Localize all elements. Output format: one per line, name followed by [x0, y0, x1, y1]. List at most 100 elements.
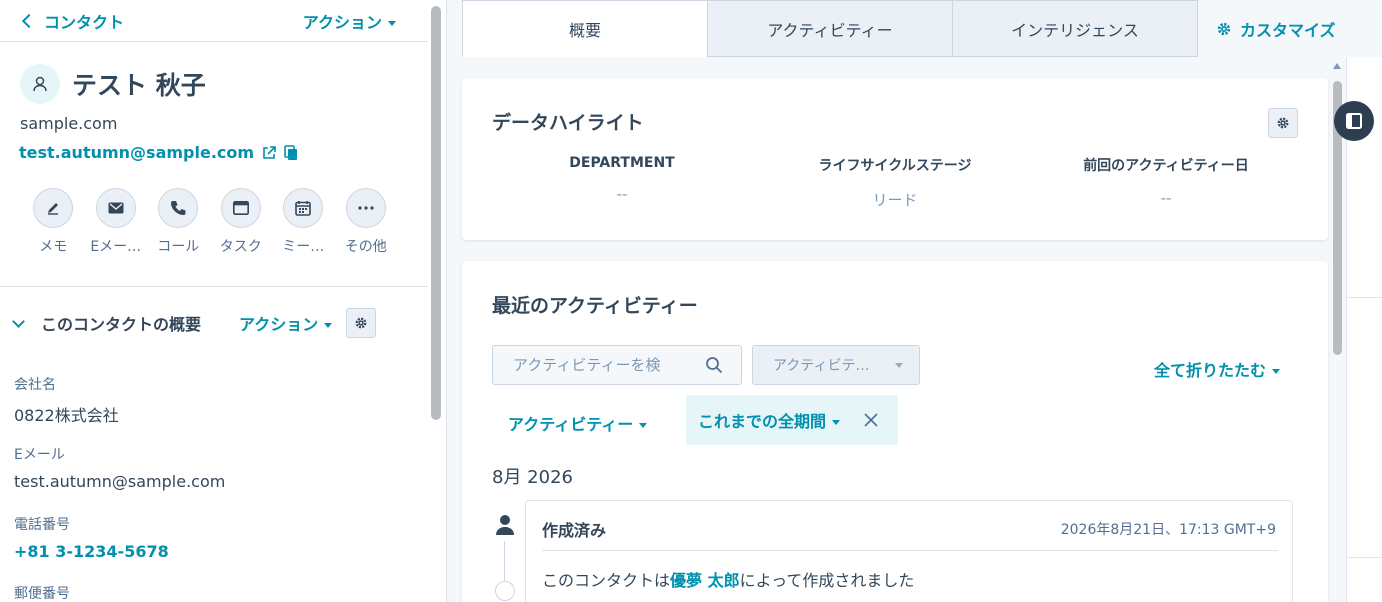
caret-down-icon — [324, 323, 333, 328]
summary-actions-dropdown[interactable]: アクション — [239, 311, 333, 335]
contact-domain: sample.com — [20, 114, 118, 133]
gear-icon — [1277, 117, 1289, 129]
event-body-suffix: によって作成されました — [739, 571, 915, 590]
rail-divider — [1347, 297, 1382, 298]
company-value[interactable]: 0822株式会社 — [14, 402, 119, 426]
period-filter-label: これまでの全期間 — [698, 412, 827, 431]
phone-icon — [171, 201, 186, 215]
actions-label: アクション — [302, 12, 382, 32]
event-divider — [542, 550, 1278, 551]
highlight-lifecycle: ライフサイクルステージ リード — [765, 155, 1025, 210]
summary-title[interactable]: このコンタクトの概要 — [41, 311, 201, 335]
more-action-label: その他 — [344, 239, 387, 255]
tab-overview[interactable]: 概要 — [462, 0, 708, 57]
period-filter: これまでの全期間 — [686, 395, 898, 445]
summary-section-header: このコンタクトの概要 アクション — [0, 308, 428, 338]
edit-icon — [48, 203, 59, 215]
external-link-icon[interactable] — [262, 145, 276, 160]
event-body-prefix: このコンタクトは — [542, 571, 671, 590]
task-icon — [232, 201, 249, 215]
event-title: 作成済み — [542, 521, 607, 540]
scroll-up-arrow-icon[interactable] — [1333, 63, 1341, 69]
more-action[interactable]: その他 — [335, 188, 398, 256]
collapse-all-label: 全て折りたたむ — [1153, 361, 1266, 380]
caret-down-icon — [832, 420, 841, 425]
highlight-label: DEPARTMENT — [569, 155, 675, 171]
sidebar-panel-icon — [1346, 113, 1362, 129]
postal-field: 郵便番号 — [14, 583, 70, 602]
search-icon[interactable] — [705, 356, 723, 374]
highlight-value: リード — [872, 191, 918, 209]
timeline-line — [504, 541, 505, 581]
call-action-label: コール — [157, 239, 200, 255]
email-label: Eメール — [14, 447, 65, 463]
meeting-action[interactable]: ミー… — [272, 188, 335, 256]
recent-activity-card: 最近のアクティビティー アクティビテ… 全て折りたたむ アクティビティー これま… — [462, 261, 1328, 602]
copy-icon[interactable] — [284, 144, 298, 161]
back-to-contacts-link[interactable]: コンタクト — [20, 9, 124, 33]
company-label: 会社名 — [14, 377, 56, 393]
highlights-settings-button[interactable] — [1268, 108, 1298, 138]
caret-down-icon — [1272, 369, 1280, 374]
more-icon — [358, 206, 374, 210]
highlight-label: ライフサイクルステージ — [818, 158, 972, 174]
mail-icon — [108, 202, 124, 214]
scrollbar-thumb[interactable] — [431, 6, 441, 420]
customize-button[interactable]: カスタマイズ — [1198, 0, 1336, 57]
gear-icon — [355, 317, 367, 329]
caret-down-icon — [388, 20, 396, 26]
company-field: 会社名 0822株式会社 — [14, 374, 119, 426]
note-action[interactable]: メモ — [22, 188, 85, 256]
panel-toggle-button[interactable] — [1334, 101, 1374, 141]
email-value[interactable]: test.autumn@sample.com — [14, 472, 225, 491]
period-filter-dropdown[interactable]: これまでの全期間 — [698, 408, 841, 432]
contact-email-link[interactable]: test.autumn@sample.com — [19, 143, 254, 162]
sidebar-header: コンタクト アクション — [0, 0, 428, 42]
close-icon[interactable] — [864, 413, 878, 427]
phone-field: 電話番号 +81 3-1234-5678 — [14, 514, 169, 561]
highlight-department: DEPARTMENT -- — [492, 155, 752, 203]
activity-event[interactable]: 作成済み 2026年8月21日、17:13 GMT+9 このコンタクトは優夢 太… — [525, 500, 1293, 602]
summary-settings-button[interactable] — [346, 308, 377, 338]
sidebar-scrollbar[interactable] — [428, 0, 446, 602]
panel-divider — [446, 0, 447, 602]
task-action[interactable]: タスク — [210, 188, 273, 256]
contact-name: テスト 秋子 — [72, 71, 206, 100]
activity-search-input[interactable] — [513, 356, 688, 374]
summary-actions-label: アクション — [239, 315, 319, 334]
phone-value-link[interactable]: +81 3-1234-5678 — [14, 542, 169, 561]
person-icon — [496, 515, 514, 535]
activity-type-label: アクティビテ… — [773, 358, 870, 374]
email-action[interactable]: Eメー… — [85, 188, 148, 256]
tab-activity[interactable]: アクティビティー — [708, 0, 953, 57]
event-user-link[interactable]: 優夢 太郎 — [670, 571, 740, 590]
email-field: Eメール test.autumn@sample.com — [14, 444, 225, 491]
timeline-node — [495, 581, 515, 601]
record-tabs: 概要 アクティビティー インテリジェンス カスタマイズ — [462, 0, 1382, 57]
actions-dropdown[interactable]: アクション — [303, 9, 396, 33]
highlight-value: -- — [1160, 189, 1172, 207]
activity-title: 最近のアクティビティー — [492, 295, 698, 317]
note-action-label: メモ — [39, 239, 68, 255]
email-action-label: Eメー… — [90, 239, 142, 255]
quick-actions: メモ Eメー… コール タスク ミー… その他 — [0, 162, 428, 256]
postal-label: 郵便番号 — [14, 586, 70, 602]
highlight-last-activity: 前回のアクティビティー日 -- — [1036, 155, 1296, 207]
rail-divider — [1347, 557, 1382, 558]
collapse-all-dropdown[interactable]: 全て折りたたむ — [1154, 357, 1280, 381]
event-body: このコンタクトは優夢 太郎によって作成されました — [542, 567, 914, 591]
main-scrollbar[interactable] — [1328, 57, 1346, 602]
tab-intelligence[interactable]: インテリジェンス — [953, 0, 1198, 57]
gear-icon — [1217, 22, 1231, 35]
chevron-down-icon[interactable] — [12, 314, 25, 328]
activity-filter-label: アクティビティー — [508, 415, 634, 434]
highlights-title: データハイライト — [492, 112, 644, 134]
contact-sidebar: コンタクト アクション テスト 秋子 sample.com test.autum… — [0, 0, 428, 602]
calendar-icon — [295, 201, 312, 216]
event-timestamp: 2026年8月21日、17:13 GMT+9 — [1060, 522, 1276, 538]
activity-type-dropdown[interactable]: アクティビテ… — [752, 345, 920, 385]
activity-filter-dropdown[interactable]: アクティビティー — [508, 411, 648, 435]
call-action[interactable]: コール — [147, 188, 210, 256]
highlight-label: 前回のアクティビティー日 — [1083, 158, 1249, 174]
section-divider — [0, 286, 428, 287]
